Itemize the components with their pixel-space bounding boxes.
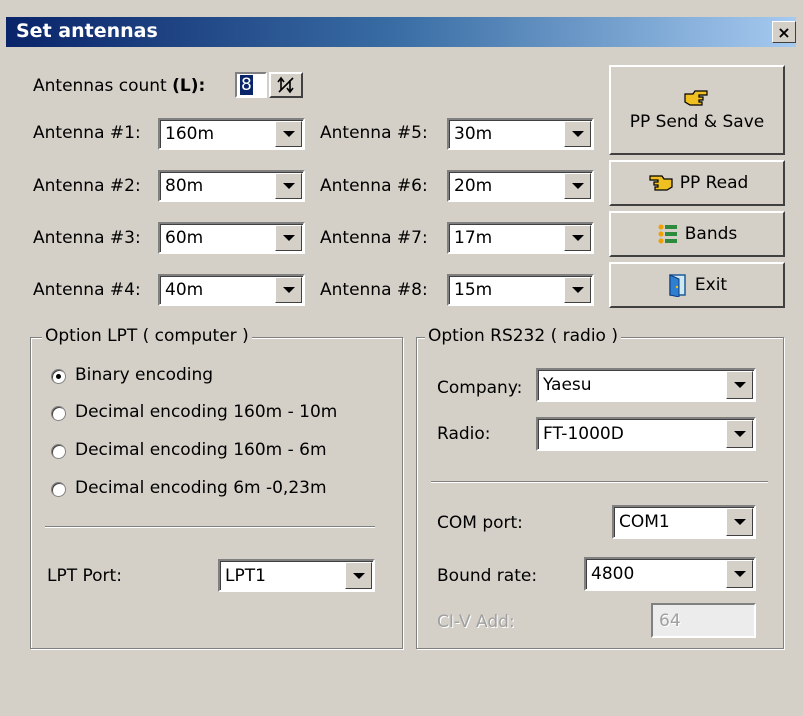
civ-address-value: 64 bbox=[659, 611, 681, 631]
civ-address-input[interactable]: 64 bbox=[651, 603, 756, 638]
radio-decimal-10m[interactable] bbox=[51, 406, 66, 421]
pointing-hand-icon bbox=[684, 90, 708, 106]
antenna-7-select[interactable]: 17m bbox=[447, 222, 594, 254]
baud-rate-value: 4800 bbox=[591, 564, 635, 584]
pp-read-label: PP Read bbox=[679, 173, 749, 193]
antenna-1-label: Antenna #1: bbox=[33, 123, 141, 143]
company-select[interactable]: Yaesu bbox=[536, 368, 756, 402]
pp-send-save-button[interactable]: PP Send & Save bbox=[609, 65, 785, 155]
chevron-down-icon[interactable] bbox=[564, 121, 591, 147]
radio-binary-label[interactable]: Binary encoding bbox=[75, 365, 213, 385]
antennas-count-label-text: Antennas count bbox=[33, 76, 173, 96]
radio-decimal-023m-label[interactable]: Decimal encoding 6m -0,23m bbox=[75, 478, 327, 498]
bands-label: Bands bbox=[684, 224, 738, 244]
chevron-down-icon[interactable] bbox=[275, 173, 302, 199]
antenna-1-select[interactable]: 160m bbox=[158, 118, 305, 150]
close-button[interactable]: × bbox=[772, 21, 796, 43]
antenna-4-value: 40m bbox=[165, 280, 204, 300]
chevron-down-icon[interactable] bbox=[564, 225, 591, 251]
antenna-1-value: 160m bbox=[165, 124, 215, 144]
radio-binary[interactable] bbox=[51, 369, 66, 384]
lpt-separator bbox=[45, 526, 375, 528]
antenna-4-label: Antenna #4: bbox=[33, 280, 141, 300]
exit-button[interactable]: Exit bbox=[609, 262, 785, 308]
antenna-7-value: 17m bbox=[454, 228, 493, 248]
baud-rate-label: Bound rate: bbox=[437, 566, 538, 586]
antennas-count-value: 8 bbox=[240, 75, 253, 95]
chevron-down-icon[interactable] bbox=[726, 371, 753, 399]
door-exit-icon bbox=[669, 274, 686, 297]
antenna-4-select[interactable]: 40m bbox=[158, 274, 305, 306]
title-bar[interactable]: Set antennas × bbox=[6, 17, 796, 47]
com-port-label: COM port: bbox=[437, 513, 523, 533]
radio-decimal-023m[interactable] bbox=[51, 482, 66, 497]
antenna-8-select[interactable]: 15m bbox=[447, 274, 594, 306]
rs232-group-title: Option RS232 ( radio ) bbox=[425, 326, 621, 346]
antenna-3-select[interactable]: 60m bbox=[158, 222, 305, 254]
window-title: Set antennas bbox=[16, 20, 158, 42]
antenna-2-value: 80m bbox=[165, 176, 204, 196]
up-down-arrow-icon bbox=[277, 76, 294, 94]
antenna-7-label: Antenna #7: bbox=[320, 228, 428, 248]
antenna-6-select[interactable]: 20m bbox=[447, 170, 594, 202]
com-port-select[interactable]: COM1 bbox=[612, 505, 756, 539]
chevron-down-icon[interactable] bbox=[726, 560, 753, 588]
chevron-down-icon[interactable] bbox=[275, 277, 302, 303]
dialog-window: Set antennas × Antennas count (L): 8 Ant… bbox=[0, 0, 803, 716]
radio-circle[interactable] bbox=[51, 482, 66, 497]
com-port-value: COM1 bbox=[619, 512, 670, 532]
antennas-count-label: Antennas count (L): bbox=[33, 76, 205, 96]
radio-decimal-6m-label[interactable]: Decimal encoding 160m - 6m bbox=[75, 440, 327, 460]
antenna-5-value: 30m bbox=[454, 124, 493, 144]
antenna-3-value: 60m bbox=[165, 228, 204, 248]
lpt-port-label: LPT Port: bbox=[47, 566, 122, 586]
list-icon bbox=[658, 224, 677, 244]
antennas-count-input[interactable]: 8 bbox=[235, 72, 267, 98]
radio-circle[interactable] bbox=[51, 444, 66, 459]
bands-button[interactable]: Bands bbox=[609, 211, 785, 257]
radio-circle[interactable] bbox=[51, 369, 66, 384]
antennas-count-label-bold: (L): bbox=[172, 76, 206, 96]
company-label: Company: bbox=[437, 378, 523, 398]
company-value: Yaesu bbox=[543, 375, 592, 395]
radio-circle[interactable] bbox=[51, 406, 66, 421]
antennas-count-spinner[interactable] bbox=[269, 72, 303, 98]
lpt-port-value: LPT1 bbox=[225, 565, 266, 586]
radio-label: Radio: bbox=[437, 424, 491, 444]
antenna-6-label: Antenna #6: bbox=[320, 176, 428, 196]
radio-model-value: FT-1000D bbox=[543, 424, 624, 444]
antenna-2-select[interactable]: 80m bbox=[158, 170, 305, 202]
chevron-down-icon[interactable] bbox=[564, 173, 591, 199]
pointing-hand-left-icon bbox=[649, 175, 673, 191]
antenna-2-label: Antenna #2: bbox=[33, 176, 141, 196]
close-icon: × bbox=[777, 22, 791, 42]
chevron-down-icon[interactable] bbox=[564, 277, 591, 303]
pp-send-save-label: PP Send & Save bbox=[629, 112, 765, 132]
antenna-6-value: 20m bbox=[454, 176, 493, 196]
exit-label: Exit bbox=[694, 275, 728, 295]
radio-decimal-6m[interactable] bbox=[51, 444, 66, 459]
radio-select[interactable]: FT-1000D bbox=[536, 417, 756, 451]
chevron-down-icon[interactable] bbox=[726, 420, 753, 448]
chevron-down-icon[interactable] bbox=[275, 225, 302, 251]
civ-address-label: CI-V Add: bbox=[437, 612, 515, 632]
antenna-5-label: Antenna #5: bbox=[320, 123, 428, 143]
chevron-down-icon[interactable] bbox=[345, 562, 372, 589]
chevron-down-icon[interactable] bbox=[726, 508, 753, 536]
radio-decimal-10m-label[interactable]: Decimal encoding 160m - 10m bbox=[75, 402, 337, 422]
pp-read-button[interactable]: PP Read bbox=[609, 160, 785, 206]
antenna-8-label: Antenna #8: bbox=[320, 280, 428, 300]
lpt-group-title: Option LPT ( computer ) bbox=[42, 326, 252, 346]
antenna-8-value: 15m bbox=[454, 280, 493, 300]
antenna-3-label: Antenna #3: bbox=[33, 228, 141, 248]
antenna-5-select[interactable]: 30m bbox=[447, 118, 594, 150]
chevron-down-icon[interactable] bbox=[275, 121, 302, 147]
baud-rate-select[interactable]: 4800 bbox=[584, 557, 756, 591]
lpt-port-select[interactable]: LPT1 bbox=[218, 559, 375, 592]
rs232-separator bbox=[431, 481, 768, 483]
